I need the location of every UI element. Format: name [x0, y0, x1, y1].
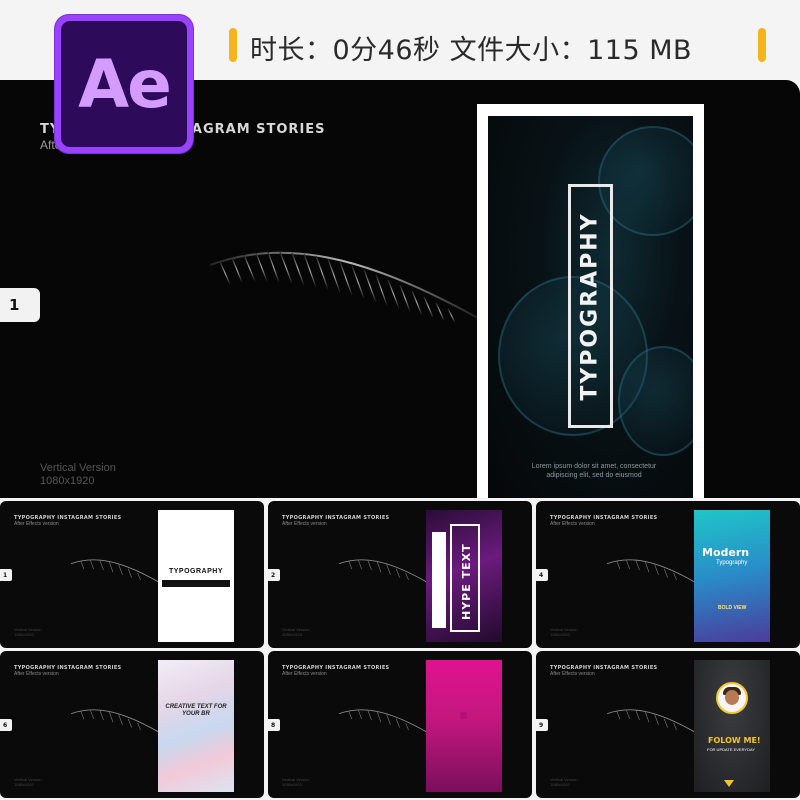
- slide-number-badge: 8: [268, 719, 280, 731]
- thumb-subtitle: After Effects version: [550, 671, 595, 677]
- thumb-phone-preview: [426, 660, 502, 792]
- thumb-phone-preview: FOLOW ME! FOR UPDATE EVERYDAY: [694, 660, 770, 792]
- jellyfish-shape: [618, 346, 693, 456]
- slide-number-badge: 2: [268, 569, 280, 581]
- hero-version-label: Vertical Version: [40, 462, 116, 474]
- thumb-phone-subtext: FOR UPDATE EVERYDAY: [707, 747, 756, 752]
- thumb-subtitle: After Effects version: [14, 521, 59, 527]
- thumb-phone-preview: TYPOGRAPHY: [158, 510, 234, 642]
- file-info-text: 时长：0分46秒 文件大小：115 MB: [250, 35, 693, 66]
- thumb-phone-preview: HYPE TEXT: [426, 510, 502, 642]
- feather-graphic: [71, 709, 161, 734]
- feather-graphic: [339, 709, 429, 734]
- thumbnail-card[interactable]: TYPOGRAPHY INSTAGRAM STORIES After Effec…: [536, 651, 800, 798]
- slide-number-badge: 9: [536, 719, 548, 731]
- thumb-phone-text: Modern: [702, 546, 750, 559]
- thumb-phone-subtext: Typography: [716, 560, 748, 566]
- thumb-subtitle: After Effects version: [14, 671, 59, 677]
- black-bar: [162, 580, 230, 587]
- slide-number-badge: 6: [0, 719, 12, 731]
- avatar: [725, 690, 739, 705]
- thumb-resolution: 1080x1920: [550, 782, 570, 787]
- slide-number-badge: 4: [536, 569, 548, 581]
- typography-title-box: TYPOGRAPHY: [568, 184, 613, 428]
- white-block: [432, 532, 446, 628]
- thumb-phone-caption: BOLD VIEW: [718, 605, 747, 611]
- hero-resolution-label: 1080x1920: [40, 475, 95, 487]
- thumbnail-card[interactable]: TYPOGRAPHY INSTAGRAM STORIES After Effec…: [536, 501, 800, 648]
- feather-graphic: [71, 559, 161, 584]
- thumb-subtitle: After Effects version: [550, 521, 595, 527]
- thumb-phone-text: HYPE TEXT: [460, 543, 473, 620]
- feather-graphic: [607, 559, 697, 584]
- slide-number-badge: 1: [0, 288, 40, 322]
- logo-text: Ae: [78, 45, 172, 123]
- thumb-phone-preview: CREATIVE TEXT FOR YOUR BR: [158, 660, 234, 792]
- thumb-phone-preview: Modern Typography BOLD VIEW: [694, 510, 770, 642]
- thumb-resolution: 1080x1920: [282, 632, 302, 637]
- thumbnail-card[interactable]: TYPOGRAPHY INSTAGRAM STORIES After Effec…: [268, 651, 532, 798]
- after-effects-logo: Ae: [55, 15, 193, 153]
- thumb-subtitle: After Effects version: [282, 521, 327, 527]
- thumb-resolution: 1080x1920: [14, 632, 34, 637]
- typography-title-text: TYPOGRAPHY: [578, 211, 604, 401]
- accent-pill-left: [229, 28, 237, 62]
- thumbnail-card[interactable]: TYPOGRAPHY INSTAGRAM STORIES After Effec…: [0, 651, 264, 798]
- feather-graphic: [209, 251, 491, 326]
- thumb-resolution: 1080x1920: [14, 782, 34, 787]
- phone-screen: TYPOGRAPHY Lorem ipsum dolor sit amet, c…: [488, 116, 693, 498]
- thumbnail-card[interactable]: TYPOGRAPHY INSTAGRAM STORIES After Effec…: [0, 501, 264, 648]
- thumb-phone-text: CREATIVE TEXT FOR YOUR BR: [165, 704, 227, 717]
- thumb-phone-text: TYPOGRAPHY: [168, 568, 223, 575]
- thumb-subtitle: After Effects version: [282, 671, 327, 677]
- thumbnail-card[interactable]: TYPOGRAPHY INSTAGRAM STORIES After Effec…: [268, 501, 532, 648]
- thumb-phone-text: FOLOW ME!: [708, 736, 761, 745]
- product-preview-page: 时长：0分46秒 文件大小：115 MB TYPOGRAPHY INSTAGRA…: [0, 0, 800, 800]
- arrow-down-icon: [724, 780, 734, 787]
- slide-number-badge: 1: [0, 569, 12, 581]
- center-mark: [460, 712, 467, 719]
- feather-graphic: [339, 559, 429, 584]
- thumb-resolution: 1080x1920: [550, 632, 570, 637]
- lorem-caption: Lorem ipsum dolor sit amet, consectetur …: [531, 463, 657, 479]
- thumb-resolution: 1080x1920: [282, 782, 302, 787]
- accent-pill-right: [758, 28, 766, 62]
- feather-graphic: [607, 709, 697, 734]
